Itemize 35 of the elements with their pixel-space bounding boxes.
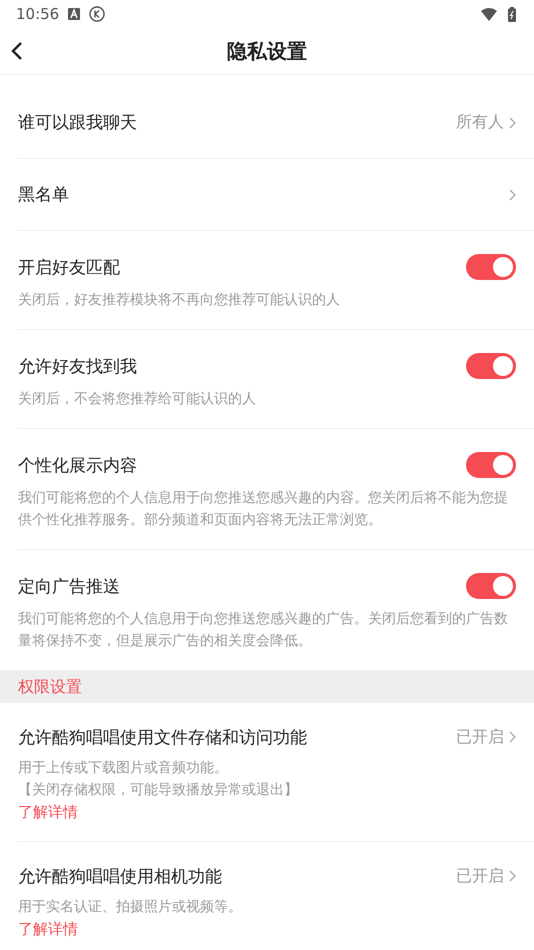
chevron-icon[interactable] [509, 870, 516, 882]
setting-label: 黑名单 [18, 184, 70, 206]
toggle-switch[interactable] [466, 573, 516, 599]
setting-description: 关闭后，好友推荐模块将不再向您推荐可能认识的人 [18, 291, 341, 310]
setting-value: 已开启 [456, 866, 504, 886]
toggle-switch[interactable] [466, 353, 516, 379]
warning-note: 【关闭存储权限，可能导致播放异常或退出】 [18, 781, 299, 800]
page-title: 隐私设置 [227, 38, 307, 64]
chevron-icon[interactable] [509, 116, 516, 128]
status-time: 10:56 [16, 5, 60, 23]
toggle-switch[interactable] [466, 254, 516, 280]
section-header: 权限设置 [0, 670, 534, 703]
setting-description: 用于上传或下载图片或音频功能。 [18, 759, 229, 778]
wifi-icon [481, 8, 497, 20]
battery-icon [508, 6, 516, 22]
setting-label: 个性化展示内容 [18, 454, 138, 476]
k-circle-icon [89, 6, 106, 22]
setting-label: 允许酷狗唱唱使用文件存储和访问功能 [18, 726, 308, 748]
setting-label: 谁可以跟我聊天 [18, 112, 138, 134]
setting-description: 我们可能将您的个人信息用于向您推送您感兴趣的内容。您关闭后将不能为您提供个性化推荐服务。部分频道和页面内容将无法正常浏览。 [18, 489, 509, 530]
setting-label: 允许好友找到我 [18, 356, 138, 378]
setting-label: 开启好友匹配 [18, 256, 121, 278]
notification-icon [68, 8, 80, 20]
chevron-icon[interactable] [509, 188, 516, 200]
setting-description: 用于实名认证、拍摄照片或视频等。 [18, 898, 243, 917]
setting-value: 已开启 [456, 726, 504, 748]
setting-value: 所有人 [456, 112, 504, 133]
setting-description: 关闭后，不会将您推荐给可能认识的人 [18, 390, 257, 409]
learn-more-link[interactable]: 了解详情 [18, 801, 516, 823]
setting-description: 我们可能将您的个人信息用于向您推送您感兴趣的广告。关闭后您看到的广告数量将保持不变，但是展示广告的相关度会降低。 [18, 610, 509, 651]
setting-label: 允许酷狗唱唱使用相机功能 [18, 866, 223, 888]
toggle-switch[interactable] [466, 452, 516, 478]
learn-more-link[interactable]: 了解详情 [18, 918, 516, 940]
chevron-icon[interactable] [509, 731, 516, 743]
setting-label: 定向广告推送 [18, 576, 121, 598]
